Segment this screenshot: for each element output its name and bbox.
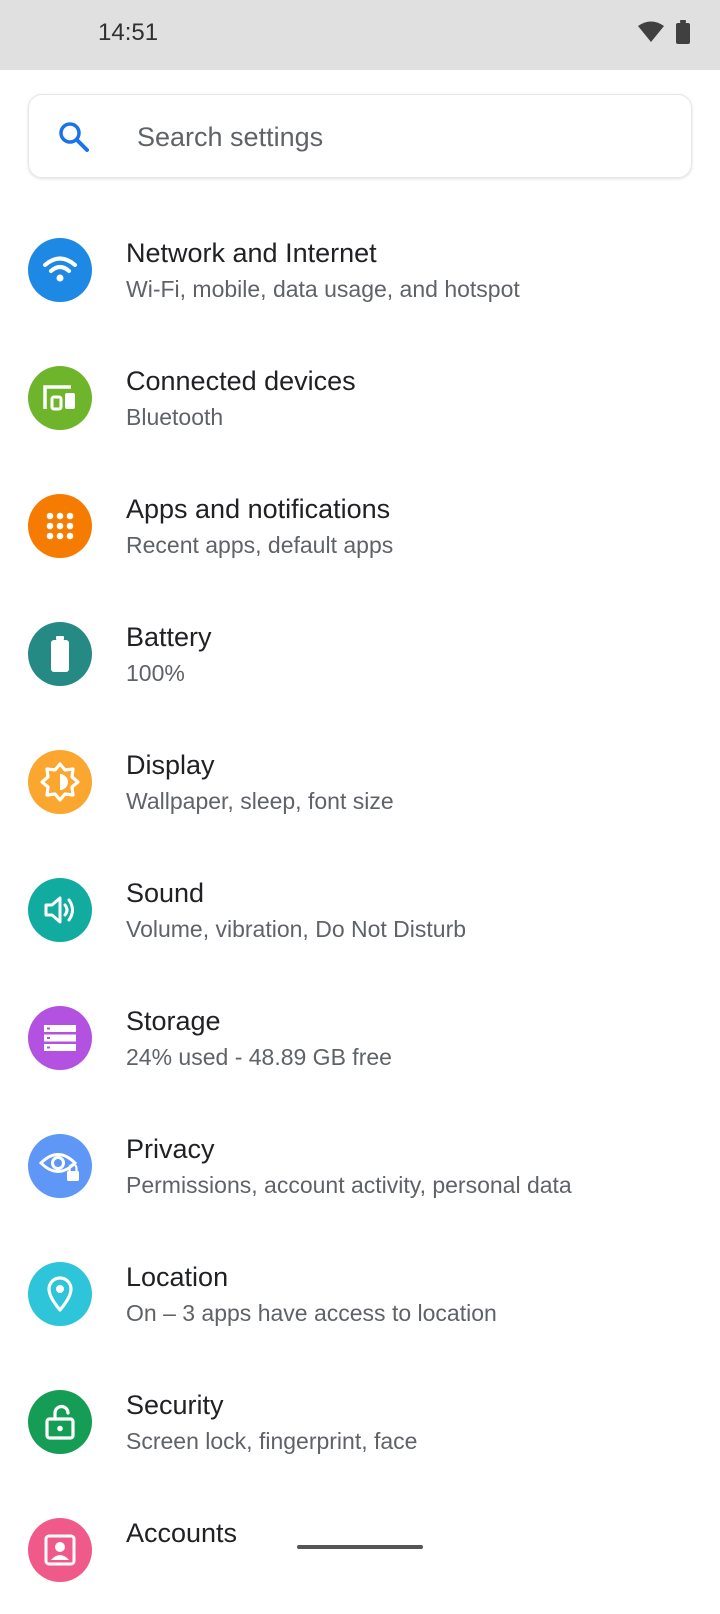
item-subtitle: Screen lock, fingerprint, face	[126, 1428, 418, 1454]
item-subtitle: Wi-Fi, mobile, data usage, and hotspot	[126, 276, 520, 302]
item-title: Apps and notifications	[126, 494, 391, 524]
settings-item-security[interactable]: Security Screen lock, fingerprint, face	[0, 1358, 720, 1486]
search-bar[interactable]: Search settings	[28, 94, 692, 178]
item-subtitle: Volume, vibration, Do Not Disturb	[126, 916, 467, 942]
settings-item-apps[interactable]: Apps and notifications Recent apps, defa…	[0, 462, 720, 590]
search-placeholder: Search settings	[137, 122, 324, 152]
item-title: Privacy	[126, 1134, 215, 1164]
item-title: Battery	[126, 622, 212, 652]
storage-icon	[28, 1006, 92, 1070]
settings-list: Network and Internet Wi-Fi, mobile, data…	[0, 206, 720, 1614]
settings-item-battery[interactable]: Battery 100%	[0, 590, 720, 718]
speaker-icon	[28, 878, 92, 942]
settings-item-privacy[interactable]: Privacy Permissions, account activity, p…	[0, 1102, 720, 1230]
settings-item-display[interactable]: Display Wallpaper, sleep, font size	[0, 718, 720, 846]
account-icon	[28, 1518, 92, 1582]
settings-item-location[interactable]: Location On – 3 apps have access to loca…	[0, 1230, 720, 1358]
item-subtitle: 24% used - 48.89 GB free	[126, 1044, 392, 1070]
item-title: Sound	[126, 878, 205, 908]
apps-grid-icon	[28, 494, 92, 558]
settings-item-sound[interactable]: Sound Volume, vibration, Do Not Disturb	[0, 846, 720, 974]
devices-icon	[28, 366, 92, 430]
item-title: Connected devices	[126, 366, 356, 396]
wifi-icon	[28, 238, 92, 302]
settings-item-connected-devices[interactable]: Connected devices Bluetooth	[0, 334, 720, 462]
item-subtitle: Permissions, account activity, personal …	[126, 1172, 572, 1198]
item-subtitle: Wallpaper, sleep, font size	[126, 788, 394, 814]
gesture-nav-handle[interactable]	[297, 1545, 423, 1549]
item-subtitle: Recent apps, default apps	[126, 532, 394, 558]
item-title: Network and Internet	[126, 238, 377, 268]
battery-icon	[28, 622, 92, 686]
brightness-icon	[28, 750, 92, 814]
lock-open-icon	[28, 1390, 92, 1454]
status-time: 14:51	[98, 19, 159, 46]
settings-item-storage[interactable]: Storage 24% used - 48.89 GB free	[0, 974, 720, 1102]
item-subtitle: On – 3 apps have access to location	[126, 1300, 497, 1326]
status-icons	[638, 20, 690, 44]
location-pin-icon	[28, 1262, 92, 1326]
search-icon	[57, 120, 91, 159]
item-title: Storage	[126, 1006, 221, 1036]
item-subtitle: 100%	[126, 660, 185, 686]
item-title: Display	[126, 750, 215, 780]
item-title: Security	[126, 1390, 224, 1420]
status-bar: 14:51	[0, 0, 720, 70]
settings-item-network[interactable]: Network and Internet Wi-Fi, mobile, data…	[0, 206, 720, 334]
item-title: Location	[126, 1262, 229, 1292]
item-title: Accounts	[126, 1518, 238, 1548]
privacy-eye-icon	[28, 1134, 92, 1198]
settings-item-accounts[interactable]: Accounts	[0, 1486, 720, 1614]
wifi-icon	[638, 21, 664, 43]
battery-icon	[676, 20, 690, 44]
item-subtitle: Bluetooth	[126, 404, 224, 430]
